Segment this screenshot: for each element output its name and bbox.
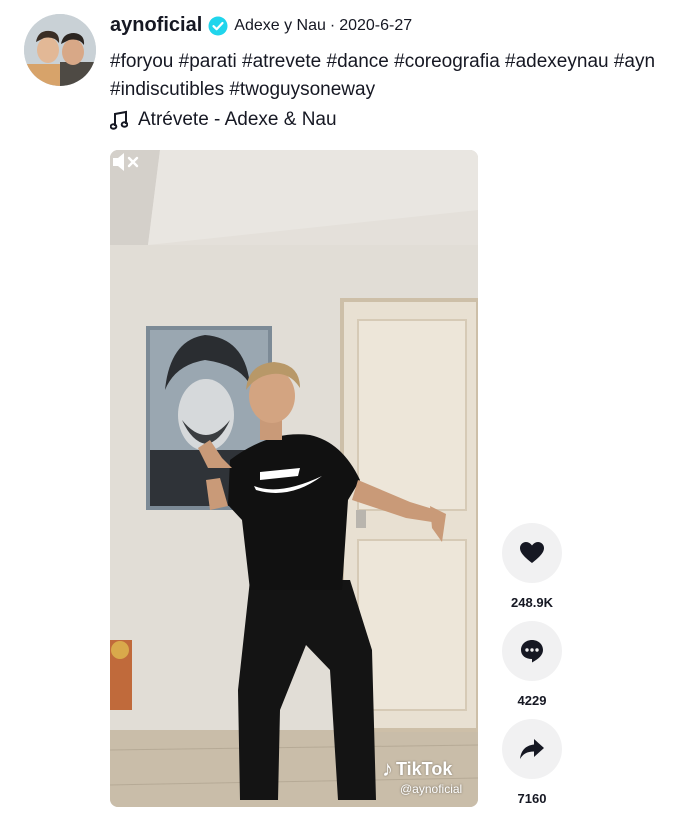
share-button[interactable] (502, 719, 562, 779)
comment-icon (521, 640, 543, 663)
comment-count: 4229 (517, 693, 547, 708)
music-title: Atrévete - Adexe & Nau (138, 109, 337, 130)
like-count: 248.9K (511, 595, 553, 610)
post-header: aynoficial Adexe y Nau · 2020-6-27 (110, 14, 412, 37)
tiktok-watermark: ♪ TikTok (382, 756, 452, 782)
muted-speaker-icon[interactable] (110, 150, 140, 174)
like-action: 248.9K (502, 523, 562, 610)
tiktok-handle: @aynoficial (400, 782, 463, 796)
heart-icon (520, 542, 544, 563)
video-frame (110, 150, 478, 807)
tiktok-brand: TikTok (396, 758, 453, 779)
post-date: 2020-6-27 (339, 16, 413, 34)
comment-action: 4229 (502, 621, 562, 708)
caption-line[interactable]: #indiscutibles #twoguysoneway (110, 76, 690, 104)
nickname: Adexe y Nau (234, 16, 326, 34)
music-link[interactable]: Atrévete - Adexe & Nau (110, 109, 337, 131)
share-count: 7160 (517, 791, 547, 806)
share-action: 7160 (502, 719, 562, 806)
separator: · (329, 16, 336, 34)
verified-badge-icon (208, 16, 228, 35)
music-note-icon (110, 110, 128, 130)
share-icon (520, 739, 544, 759)
tiktok-post: aynoficial Adexe y Nau · 2020-6-27 #fory… (0, 0, 700, 813)
caption: #foryou #parati #atrevete #dance #coreog… (110, 48, 690, 104)
avatar[interactable] (24, 14, 96, 86)
username[interactable]: aynoficial (110, 14, 202, 37)
video-player[interactable]: ♪ TikTok @aynoficial (110, 150, 478, 807)
tiktok-note-icon: ♪ (382, 756, 393, 781)
like-button[interactable] (502, 523, 562, 583)
comment-button[interactable] (502, 621, 562, 681)
caption-line[interactable]: #foryou #parati #atrevete #dance #coreog… (110, 48, 690, 76)
